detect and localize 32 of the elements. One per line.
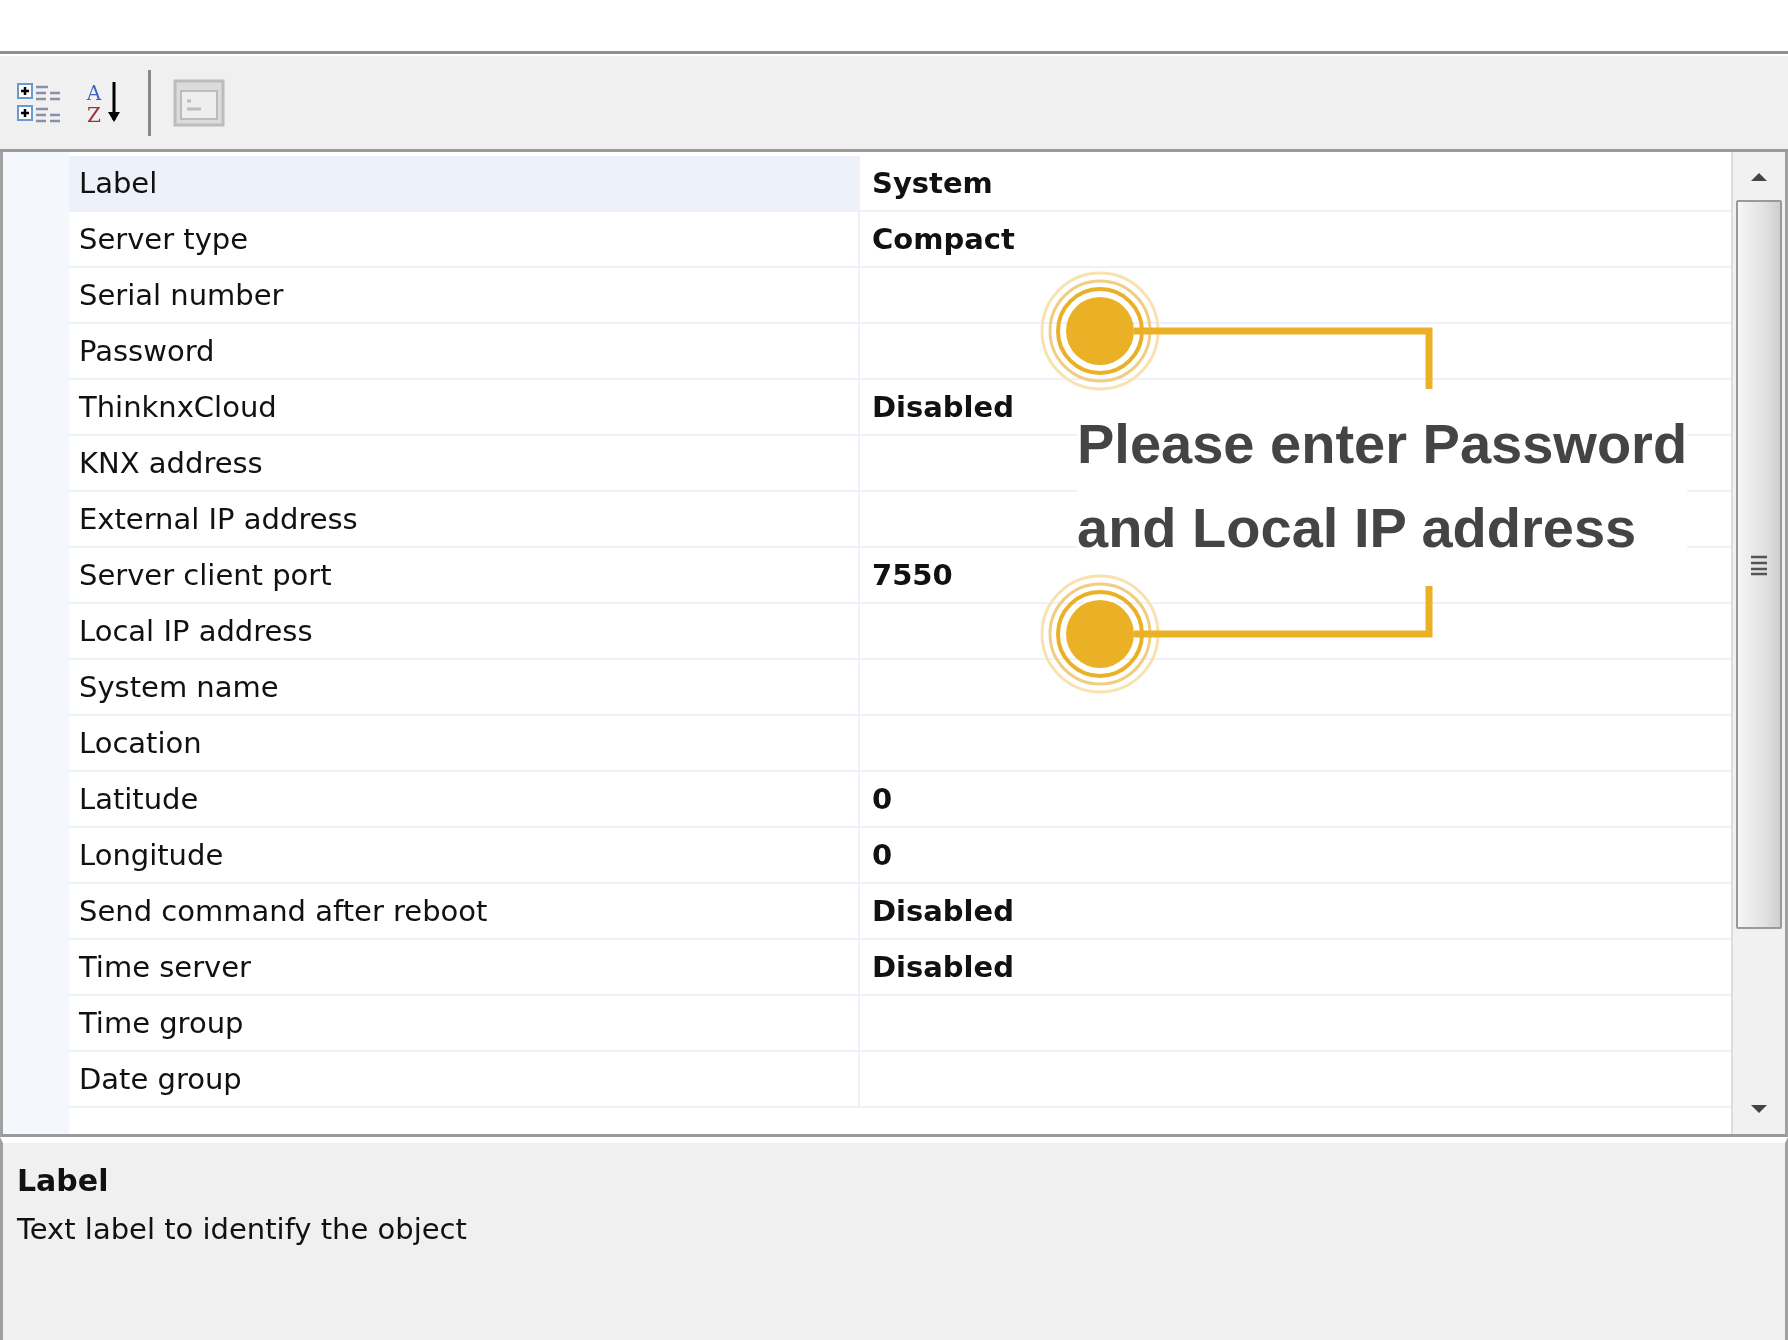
property-value[interactable]: Disabled (872, 894, 1014, 928)
property-name[interactable]: Server type (69, 212, 860, 268)
property-name[interactable]: System name (69, 660, 860, 716)
property-value[interactable]: 0 (872, 838, 893, 872)
property-value[interactable]: Disabled (872, 950, 1014, 984)
scrollbar-thumb[interactable] (1736, 200, 1782, 929)
property-value[interactable]: Disabled (872, 390, 1014, 424)
property-name[interactable]: External IP address (69, 492, 860, 548)
property-name[interactable]: Label (69, 156, 860, 212)
property-name[interactable]: Server client port (69, 548, 860, 604)
vertical-scrollbar[interactable] (1731, 152, 1785, 1134)
property-name[interactable]: Password (69, 324, 860, 380)
property-value[interactable]: 7550 (872, 558, 953, 592)
property-name[interactable]: ThinknxCloud (69, 380, 860, 436)
property-name[interactable]: Longitude (69, 828, 860, 884)
property-value[interactable]: 0 (872, 782, 893, 816)
property-name[interactable]: Local IP address (69, 604, 860, 660)
property-value[interactable]: System (872, 166, 993, 200)
property-name[interactable]: Send command after reboot (69, 884, 860, 940)
description-text: Text label to identify the object (17, 1212, 468, 1246)
property-name[interactable]: Latitude (69, 772, 860, 828)
property-name[interactable]: KNX address (69, 436, 860, 492)
description-title: Label (17, 1163, 110, 1198)
scroll-down-icon[interactable] (1749, 1104, 1769, 1114)
property-name[interactable]: Time server (69, 940, 860, 996)
alphabetical-sort-button[interactable]: A Z (76, 75, 130, 130)
property-name[interactable]: Serial number (69, 268, 860, 324)
property-name[interactable]: Time group (69, 996, 860, 1052)
property-name[interactable]: Location (69, 716, 860, 772)
property-value[interactable]: Compact (872, 222, 1015, 256)
scroll-up-icon[interactable] (1749, 172, 1769, 182)
property-name[interactable]: Date group (69, 1052, 860, 1108)
